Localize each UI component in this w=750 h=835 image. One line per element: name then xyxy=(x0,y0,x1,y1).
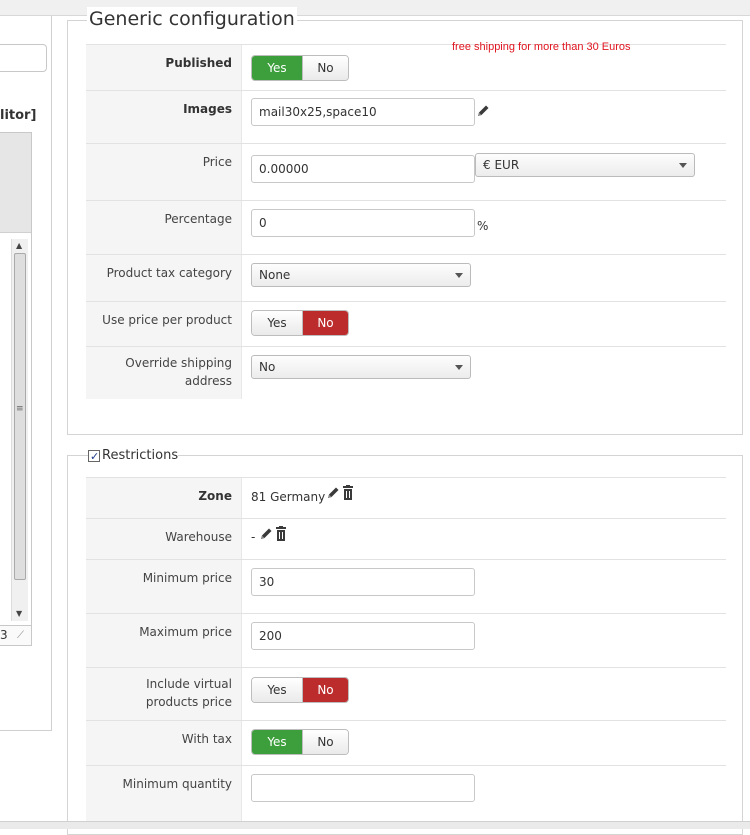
bottom-bar xyxy=(0,821,750,829)
warehouse-row: Warehouse - xyxy=(86,518,726,559)
restrictions-checkbox[interactable] xyxy=(88,448,100,466)
line-number: 3 xyxy=(0,628,8,642)
maximum-price-label: Maximum price xyxy=(139,625,232,639)
zone-row: Zone 81 Germany xyxy=(86,477,726,518)
percentage-input[interactable]: 0 xyxy=(251,209,475,237)
percentage-row: Percentage 0 % xyxy=(86,200,726,254)
currency-value: € EUR xyxy=(483,158,520,172)
images-label: Images xyxy=(183,102,232,116)
maximum-price-input[interactable]: 200 xyxy=(251,622,475,650)
include-virtual-toggle[interactable]: Yes No xyxy=(251,677,349,703)
tax-category-select[interactable]: None xyxy=(251,263,471,287)
chevron-down-icon xyxy=(679,163,687,168)
percentage-label: Percentage xyxy=(164,212,232,226)
images-row: Images mail30x25,space10 xyxy=(86,90,726,143)
restrictions-fieldset: Restrictions Zone 81 Germany Warehouse - xyxy=(67,447,743,835)
scroll-down-arrow-icon[interactable]: ▼ xyxy=(16,609,22,618)
price-per-product-no-button[interactable]: No xyxy=(303,311,348,335)
override-shipping-row: Override shipping address No xyxy=(86,346,726,399)
warehouse-label: Warehouse xyxy=(165,530,232,544)
chevron-down-icon xyxy=(455,365,463,370)
price-per-product-row: Use price per product Yes No xyxy=(86,301,726,346)
price-per-product-label: Use price per product xyxy=(102,313,232,327)
minimum-quantity-label: Minimum quantity xyxy=(122,777,232,791)
minimum-price-label: Minimum price xyxy=(142,571,232,585)
published-toggle[interactable]: Yes No xyxy=(251,55,349,81)
price-input[interactable]: 0.00000 xyxy=(251,155,475,183)
images-input[interactable]: mail30x25,space10 xyxy=(251,98,475,126)
with-tax-row: With tax Yes No xyxy=(86,720,726,765)
scroll-up-arrow-icon[interactable]: ▲ xyxy=(16,241,22,250)
zone-delete-trash-icon[interactable] xyxy=(341,485,355,501)
with-tax-label: With tax xyxy=(181,732,232,746)
warehouse-value: - xyxy=(251,530,256,544)
generic-configuration-fieldset: Generic configuration Published Yes No I… xyxy=(67,7,743,435)
include-virtual-no-button[interactable]: No xyxy=(303,678,348,702)
editor-scrollbar[interactable]: ▲ ≡ ▼ xyxy=(11,239,28,621)
editor-footer: 3 ⟋ xyxy=(0,625,31,645)
override-shipping-label: Override shipping address xyxy=(125,354,232,390)
maximum-price-row: Maximum price 200 xyxy=(86,613,726,667)
generic-configuration-legend: Generic configuration xyxy=(87,7,297,31)
include-virtual-row: Include virtual products price Yes No xyxy=(86,667,726,720)
price-row: Price 0.00000 € EUR xyxy=(86,143,726,200)
editor-label: litor] xyxy=(0,108,37,123)
with-tax-toggle[interactable]: Yes No xyxy=(251,729,349,755)
include-virtual-label-line1: Include virtual xyxy=(146,677,232,691)
override-shipping-label-line1: Override shipping xyxy=(125,356,232,370)
warehouse-edit-pencil-icon[interactable] xyxy=(258,526,274,542)
resize-handle-icon[interactable]: ⟋ xyxy=(17,630,24,641)
with-tax-no-button[interactable]: No xyxy=(303,730,348,754)
include-virtual-label-line2: products price xyxy=(145,695,232,709)
restrictions-legend-text: Restrictions xyxy=(102,448,179,463)
scroll-thumb[interactable]: ≡ xyxy=(14,253,26,580)
restrictions-legend[interactable]: Restrictions xyxy=(88,447,179,466)
price-per-product-yes-button[interactable]: Yes xyxy=(252,311,303,335)
shipping-note: free shipping for more than 30 Euros xyxy=(452,41,631,53)
tax-category-value: None xyxy=(259,268,291,282)
warehouse-delete-trash-icon[interactable] xyxy=(274,526,288,542)
left-panel-input[interactable] xyxy=(0,44,47,72)
percentage-unit: % xyxy=(477,219,489,233)
published-no-button[interactable]: No xyxy=(303,56,348,80)
tax-category-row: Product tax category None xyxy=(86,254,726,301)
chevron-down-icon xyxy=(455,273,463,278)
grip-icon: ≡ xyxy=(16,404,24,414)
override-shipping-select[interactable]: No xyxy=(251,355,471,379)
zone-edit-pencil-icon[interactable] xyxy=(325,485,341,501)
tax-category-label: Product tax category xyxy=(106,266,232,280)
zone-value: 81 Germany xyxy=(251,490,326,504)
editor-box[interactable]: ▲ ≡ ▼ 3 ⟋ xyxy=(0,132,32,646)
price-per-product-toggle[interactable]: Yes No xyxy=(251,310,349,336)
override-shipping-label-line2: address xyxy=(184,374,232,388)
published-yes-button[interactable]: Yes xyxy=(252,56,303,80)
minimum-price-row: Minimum price 30 xyxy=(86,559,726,613)
images-edit-pencil-icon[interactable] xyxy=(475,103,491,119)
published-label: Published xyxy=(165,56,232,70)
include-virtual-label: Include virtual products price xyxy=(146,675,232,711)
price-label: Price xyxy=(202,155,232,169)
minimum-quantity-row: Minimum quantity xyxy=(86,765,726,825)
currency-select[interactable]: € EUR xyxy=(475,153,695,177)
minimum-price-input[interactable]: 30 xyxy=(251,568,475,596)
editor-content xyxy=(0,133,31,233)
include-virtual-yes-button[interactable]: Yes xyxy=(252,678,303,702)
override-shipping-value: No xyxy=(259,360,276,374)
minimum-quantity-input[interactable] xyxy=(251,774,475,802)
with-tax-yes-button[interactable]: Yes xyxy=(252,730,303,754)
zone-label: Zone xyxy=(198,489,232,503)
